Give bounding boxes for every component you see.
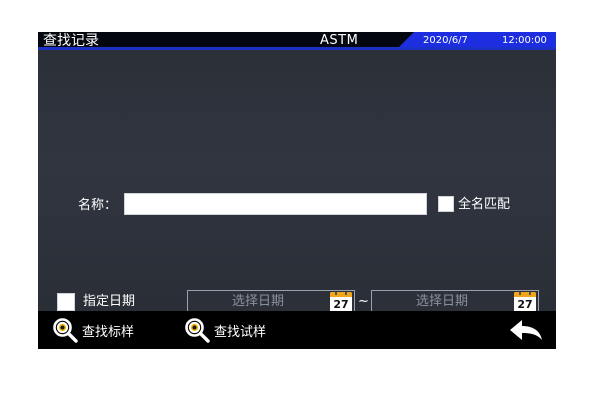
device-screen: 查找记录 ASTM 2020/6/7 12:00:00 名称： 全名匹配 指定日… <box>38 32 556 349</box>
find-sample-button[interactable]: 查找试样 <box>184 317 266 343</box>
start-date-placeholder: 选择日期 <box>231 294 284 309</box>
magnifier-icon <box>53 318 78 343</box>
calendar-icon[interactable]: 27 <box>514 292 536 312</box>
magnifier-icon <box>185 318 210 343</box>
find-standard-button[interactable]: 查找标样 <box>52 317 134 343</box>
standard-mode: ASTM <box>320 33 359 48</box>
specify-date-checkbox[interactable] <box>57 293 75 311</box>
calendar-icon-number: 27 <box>517 298 533 311</box>
fullname-match-label[interactable]: 全名匹配 <box>458 195 510 215</box>
status-date: 2020/6/7 <box>423 35 468 46</box>
name-label: 名称： <box>78 198 118 213</box>
calendar-icon[interactable]: 27 <box>330 292 352 312</box>
calendar-icon-number: 27 <box>333 298 349 311</box>
calendar-icon-ring <box>335 292 337 295</box>
name-input[interactable] <box>124 193 427 215</box>
specify-date-label[interactable]: 指定日期 <box>83 292 135 312</box>
bottom-toolbar: 查找标样 查找试样 <box>38 311 556 349</box>
calendar-icon-ring <box>529 292 531 295</box>
status-time: 12:00:00 <box>502 35 547 46</box>
fullname-match-checkbox[interactable] <box>438 196 454 212</box>
title-bar: 查找记录 ASTM 2020/6/7 12:00:00 <box>38 32 556 50</box>
search-form: 名称： 全名匹配 指定日期 选择日期 27 ~ 选择日期 27 <box>38 50 556 314</box>
find-standard-label: 查找标样 <box>82 324 135 340</box>
find-sample-label: 查找试样 <box>214 324 267 340</box>
back-arrow-icon[interactable] <box>508 318 544 342</box>
end-date-placeholder: 选择日期 <box>415 294 468 309</box>
page-title: 查找记录 <box>43 33 99 49</box>
calendar-icon-ring <box>345 292 347 295</box>
date-range-separator: ~ <box>358 294 369 309</box>
calendar-icon-ring <box>519 292 521 295</box>
